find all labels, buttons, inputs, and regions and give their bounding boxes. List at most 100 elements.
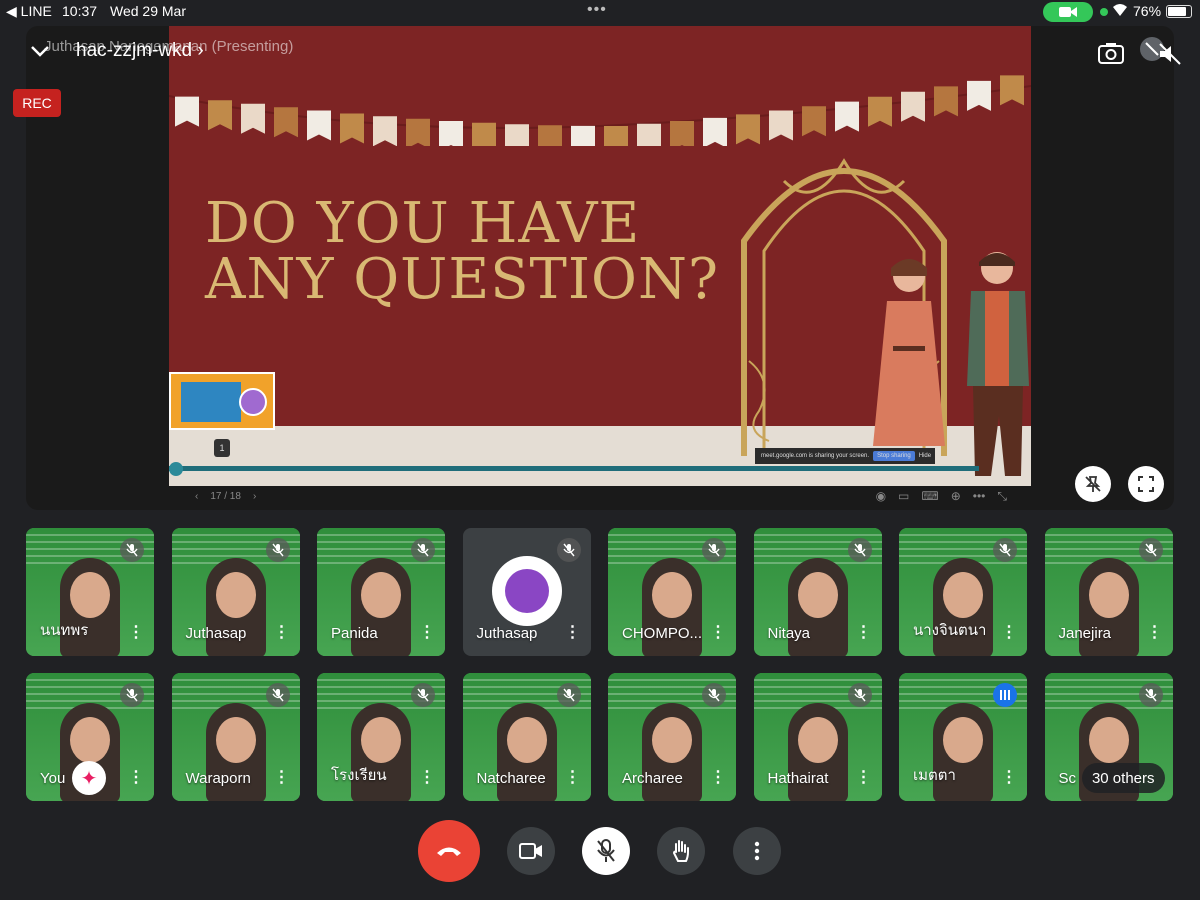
participant-name: นนทพร (40, 622, 89, 639)
participant-tile[interactable]: Natcharee ⋮ (462, 673, 591, 801)
leave-call-button[interactable] (418, 820, 480, 882)
participant-name: เมตตา (913, 767, 956, 784)
speaker-off-icon[interactable] (1158, 43, 1182, 65)
chevron-down-icon[interactable] (30, 44, 50, 58)
more-vertical-icon (754, 841, 760, 861)
participant-video (943, 717, 983, 763)
mic-muted-icon (702, 538, 726, 562)
tile-more-options-icon[interactable]: ⋮ (710, 622, 726, 642)
battery-percent: 76% (1133, 3, 1162, 19)
unpin-button[interactable] (1075, 466, 1111, 502)
participant-tile[interactable]: Panida ⋮ (317, 528, 445, 656)
participant-tile[interactable]: Archaree ⋮ (608, 673, 736, 801)
tile-more-options-icon[interactable]: ⋮ (856, 622, 872, 642)
participant-video (652, 572, 692, 618)
bunting-flag (604, 125, 628, 146)
others-count-button[interactable]: 30 others (1081, 763, 1165, 793)
bunting-flag (901, 91, 925, 122)
tile-more-options-icon[interactable]: ⋮ (565, 767, 581, 787)
participant-video (361, 572, 401, 618)
bunting-flag (934, 86, 958, 117)
tile-more-options-icon[interactable]: ⋮ (710, 767, 726, 787)
participant-tile[interactable]: Juthasap ⋮ (171, 528, 300, 656)
tile-more-options-icon[interactable]: ⋮ (419, 622, 435, 642)
raise-hand-icon (672, 840, 689, 862)
hide-button[interactable]: Hide (919, 453, 931, 459)
tile-more-options-icon[interactable]: ⋮ (565, 622, 581, 642)
slide-title-line2: ANY QUESTION? (205, 247, 719, 312)
more-horizontal-icon[interactable]: ••• (973, 489, 986, 504)
participant-name: Archaree (622, 770, 683, 787)
zoom-icon[interactable]: ⊕ (951, 489, 961, 504)
tile-more-options-icon[interactable]: ⋮ (1001, 622, 1017, 642)
participant-tile[interactable]: นนทพร ⋮ (26, 528, 154, 656)
mic-muted-icon (120, 683, 144, 707)
unpin-icon (1085, 476, 1101, 492)
participant-name: Juthasap (185, 625, 247, 642)
multitask-dots-icon[interactable]: ••• (587, 1, 607, 19)
participant-name: Hathairat (767, 770, 829, 787)
more-options-button[interactable] (733, 827, 781, 875)
participant-video (70, 572, 110, 618)
mic-toggle-button[interactable] (582, 827, 630, 875)
participant-tile[interactable]: Hathairat ⋮ (753, 673, 882, 801)
wifi-icon (1112, 3, 1128, 20)
participant-video (361, 717, 401, 763)
participant-tile[interactable]: Waraporn ⋮ (171, 673, 300, 801)
meeting-code-text: hac-zzjm-wkd (76, 40, 193, 61)
tile-more-options-icon[interactable]: ⋮ (1147, 622, 1163, 642)
meeting-code[interactable]: hac-zzjm-wkd › (76, 40, 204, 62)
tile-more-options-icon[interactable]: ⋮ (419, 767, 435, 787)
presentation-stage[interactable]: DO YOU HAVE ANY QUESTION? 1 meet.google.… (26, 26, 1174, 510)
bunting-flag (307, 110, 331, 141)
participant-video (943, 572, 983, 618)
participant-tile[interactable]: CHOMPO... ⋮ (608, 528, 736, 656)
participant-tile[interactable]: นางจินตนา ⋮ (899, 528, 1027, 656)
participant-tile[interactable]: Janejira ⋮ (1044, 528, 1173, 656)
switch-camera-icon[interactable] (1098, 42, 1124, 64)
bunting-flag (274, 107, 298, 138)
mic-muted-icon (265, 683, 290, 707)
back-to-line-link[interactable]: ◀ LINE (6, 3, 52, 20)
keyboard-icon[interactable]: ⌨ (921, 489, 938, 504)
captions-icon[interactable]: ◉ (876, 489, 886, 504)
participant-tile[interactable]: You ⋮ ✦ (26, 673, 154, 801)
tile-more-options-icon[interactable]: ⋮ (274, 622, 290, 642)
tile-more-options-icon[interactable]: ⋮ (128, 767, 144, 787)
raise-hand-button[interactable] (657, 827, 705, 875)
slide-progress-handle[interactable] (169, 462, 183, 476)
camera-in-use-icon (1043, 2, 1093, 22)
participant-name: Panida (331, 625, 378, 642)
participant-tile[interactable]: เมตตา ⋮ (899, 673, 1027, 801)
participant-tile[interactable]: Juthasap ⋮ (462, 528, 591, 656)
prev-slide-icon[interactable]: ‹ (195, 491, 198, 502)
collapse-icon[interactable]: ⤡ (997, 489, 1007, 504)
tile-more-options-icon[interactable]: ⋮ (128, 622, 144, 642)
meeting-header: hac-zzjm-wkd › (30, 40, 204, 62)
participant-name: Juthasap (476, 625, 538, 642)
participant-video (215, 572, 256, 618)
page-counter: 17 / 18 (210, 490, 241, 502)
bunting-flag (670, 121, 694, 146)
participant-name: Janejira (1058, 625, 1112, 642)
bunting-flag (439, 120, 463, 146)
camera-toggle-button[interactable] (507, 827, 555, 875)
fullscreen-button[interactable] (1128, 466, 1164, 502)
participant-tile[interactable]: โรงเรียน ⋮ (317, 673, 445, 801)
effects-sparkle-icon[interactable]: ✦ (72, 761, 106, 795)
participant-tile[interactable]: Nitaya ⋮ (753, 528, 882, 656)
layout-icon[interactable]: ▭ (898, 489, 909, 504)
participant-video (1088, 572, 1129, 618)
participant-name: โรงเรียน (331, 767, 387, 784)
mic-off-icon (597, 839, 615, 862)
tile-more-options-icon[interactable]: ⋮ (1001, 767, 1017, 787)
mic-muted-icon (1138, 683, 1163, 707)
participant-tile[interactable]: Sc 30 others (1044, 673, 1173, 801)
tile-more-options-icon[interactable]: ⋮ (274, 767, 290, 787)
slide-progress-bar[interactable] (169, 466, 979, 471)
participant-name: นางจินตนา (913, 622, 987, 639)
tile-more-options-icon[interactable]: ⋮ (856, 767, 872, 787)
stop-sharing-button[interactable]: Stop sharing (873, 451, 915, 461)
next-slide-icon[interactable]: › (253, 491, 256, 502)
bunting-flag (637, 123, 661, 146)
